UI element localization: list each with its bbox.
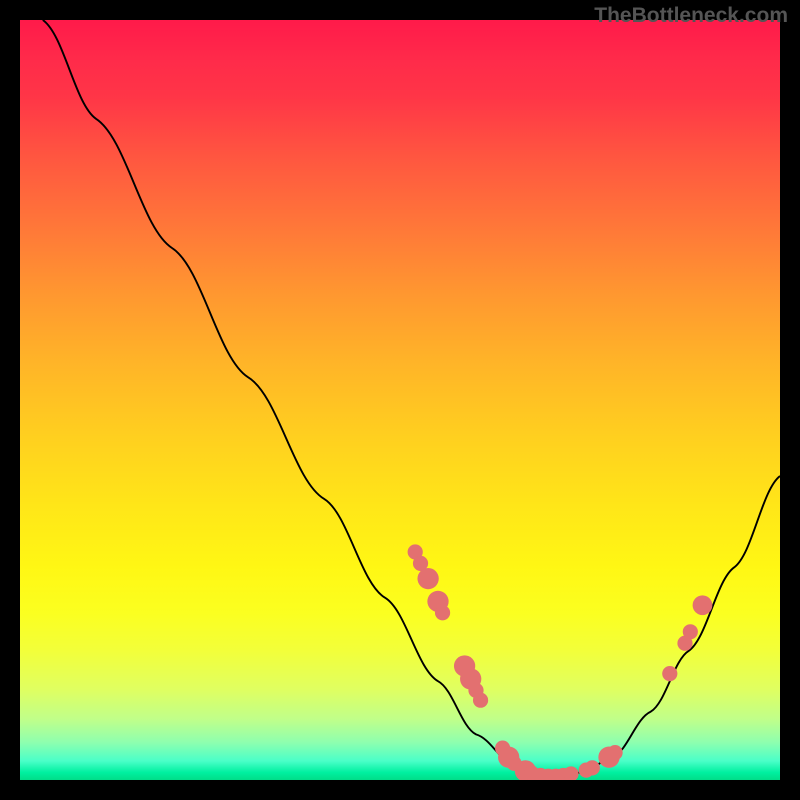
curve-marker <box>417 568 438 589</box>
curve-marker <box>662 666 677 681</box>
curve-markers-group <box>408 544 713 780</box>
curve-marker <box>693 595 713 615</box>
curve-marker <box>683 624 698 639</box>
curve-marker <box>473 693 488 708</box>
curve-marker <box>585 760 600 775</box>
curve-marker <box>607 745 622 760</box>
chart-area <box>20 20 780 780</box>
curve-marker <box>435 605 450 620</box>
chart-svg <box>20 20 780 780</box>
watermark-text: TheBottleneck.com <box>594 4 788 28</box>
bottleneck-curve <box>43 20 780 776</box>
